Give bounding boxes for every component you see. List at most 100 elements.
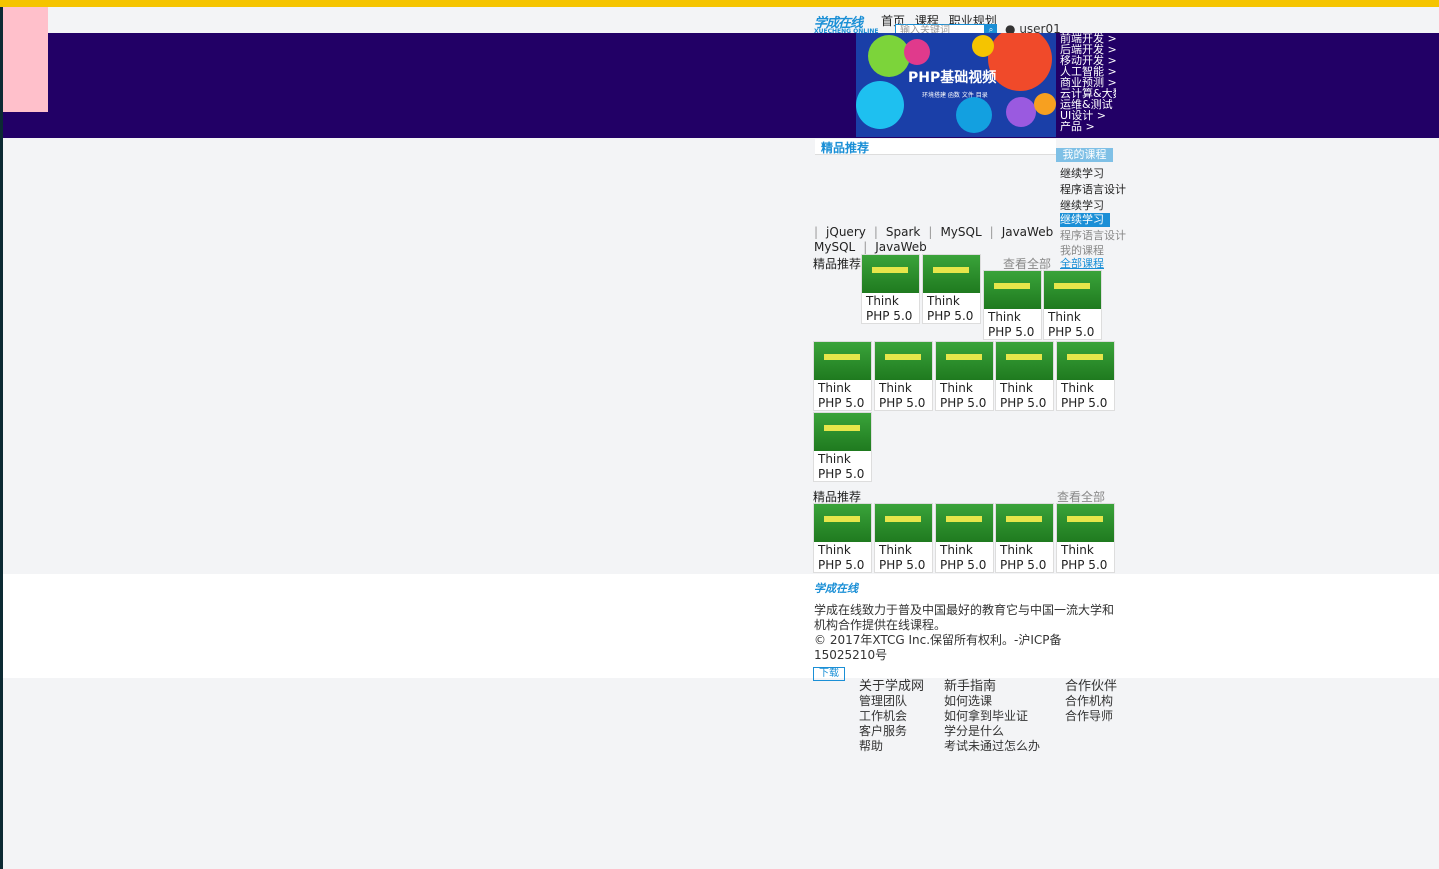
footer-link[interactable]: 客户服务 [859, 724, 924, 739]
footer-background [3, 574, 1439, 678]
course-card[interactable]: Think PHP 5.0 博客系统实战项目演练高级 • 1125人在学习 [1056, 341, 1115, 411]
my-course-header[interactable]: 我的课程 [1056, 148, 1113, 162]
tag[interactable]: jQuery [826, 225, 866, 239]
footer-link[interactable]: 帮助 [859, 739, 924, 754]
footer-column-guide: 新手指南 如何选课 如何拿到毕业证 学分是什么 考试未通过怎么办 [944, 679, 1040, 754]
course-title: Think PHP 5.0 博客系统实战项目演练 [927, 294, 974, 323]
course-card[interactable]: Think PHP 5.0 博客系统实战项目演练高级 • 1125人在学习 [983, 270, 1042, 340]
course-card[interactable]: Think PHP 5.0 博客系统实战项目演练高级 • 1125人在学习 [813, 412, 872, 482]
footer-link[interactable]: 管理团队 [859, 694, 924, 709]
footer-copyright: © 2017年XTCG Inc.保留所有权利。-沪ICP备15025210号 [814, 633, 1062, 662]
course-title: Think PHP 5.0 博客系统实战项目演练 [879, 543, 926, 572]
course-card[interactable]: Think PHP 5.0 博客系统实战项目演练高级 • 1125人在学习 [1056, 503, 1115, 573]
download-button[interactable]: 下载 [813, 667, 845, 681]
course-title: Think PHP 5.0 博客系统实战项目演练 [879, 381, 926, 410]
course-card[interactable]: Think PHP 5.0 博客系统实战项目演练高级 • 1125人在学习 [995, 341, 1054, 411]
tag[interactable]: JavaWeb [875, 240, 927, 254]
course-title: Think PHP 5.0 博客系统实战项目演练 [866, 294, 913, 323]
course-title: Think PHP 5.0 博客系统实战项目演练 [1061, 381, 1108, 410]
hero-subtitle: 环境搭建 函数 文件 目录 [922, 92, 988, 99]
footer-intro: 学成在线致力于普及中国最好的教育它与中国一流大学和机构合作提供在线课程。 © 2… [814, 603, 1114, 663]
category-item[interactable]: 产品 > [1060, 121, 1116, 132]
tag-list: | jQuery | Spark | MySQL | JavaWeb MySQL | JavaWe… [814, 225, 1054, 254]
course-thumbnail [814, 413, 871, 451]
course-card[interactable]: Think PHP 5.0 博客系统实战项目演练高级 • 1125人在学习 [1043, 270, 1102, 340]
category-item[interactable]: 后端开发 > [1060, 44, 1116, 55]
course-card[interactable]: Think PHP 5.0 博客系统实战项目演练高级 • 1125人在学习 [861, 254, 920, 324]
footer-logo: 学成在线 [814, 582, 858, 595]
hero-banner-background [3, 33, 1439, 138]
my-course-list: 继续学习 程序语言设计 继续学习 [1060, 166, 1126, 214]
footer-link[interactable]: 合作导师 [1065, 709, 1117, 724]
course-thumbnail [984, 271, 1041, 309]
course-thumbnail [923, 255, 980, 293]
course-thumbnail [996, 342, 1053, 380]
course-thumbnail [1044, 271, 1101, 309]
category-item[interactable]: 移动开发 > [1060, 55, 1116, 66]
tag[interactable]: MySQL [814, 240, 855, 254]
course-card[interactable]: Think PHP 5.0 博客系统实战项目演练高级 • 1125人在学习 [813, 503, 872, 573]
footer-link[interactable]: 如何选课 [944, 694, 1040, 709]
section-title: 精品推荐 [813, 257, 862, 271]
category-item[interactable]: 云计算&大数据 > [1060, 88, 1116, 99]
footer-column-partners: 合作伙伴 合作机构 合作导师 [1065, 679, 1117, 724]
footer-column-title: 合作伙伴 [1065, 679, 1118, 694]
tag[interactable]: JavaWeb [1002, 225, 1054, 239]
course-title: Think PHP 5.0 博客系统实战项目演练 [1000, 543, 1047, 572]
course-title: Think PHP 5.0 博客系统实战项目演练 [940, 381, 987, 410]
footer-link[interactable]: 考试未通过怎么办 [944, 739, 1040, 754]
pink-placeholder-box [3, 7, 48, 112]
course-thumbnail [814, 342, 871, 380]
course-card[interactable]: Think PHP 5.0 博客系统实战项目演练高级 • 1125人在学习 [995, 503, 1054, 573]
category-item[interactable]: 前端开发 > [1060, 33, 1116, 44]
recommend-bar: 精品推荐 [815, 139, 1056, 155]
footer-link[interactable]: 工作机会 [859, 709, 924, 724]
course-thumbnail [1057, 504, 1114, 542]
site-logo[interactable]: 学成在线 XUECHENG ONLINE [814, 12, 878, 35]
tag[interactable]: MySQL [940, 225, 981, 239]
category-item[interactable]: 运维&测试 > [1060, 99, 1116, 110]
left-edge-strip [0, 7, 3, 869]
course-thumbnail [936, 342, 993, 380]
course-title: Think PHP 5.0 博客系统实战项目演练 [988, 310, 1035, 339]
course-thumbnail [862, 255, 919, 293]
tag[interactable]: Spark [886, 225, 920, 239]
course-thumbnail [996, 504, 1053, 542]
footer-column-title: 新手指南 [944, 679, 997, 694]
hero-title: PHP基础视频 [908, 70, 997, 86]
course-title: Think PHP 5.0 博客系统实战项目演练 [1048, 310, 1095, 339]
course-title: Think PHP 5.0 博客系统实战项目演练 [1000, 381, 1047, 410]
course-thumbnail [875, 504, 932, 542]
course-card[interactable]: Think PHP 5.0 博客系统实战项目演练高级 • 1125人在学习 [874, 341, 933, 411]
course-title: Think PHP 5.0 博客系统实战项目演练 [940, 543, 987, 572]
course-title: Think PHP 5.0 博客系统实战项目演练 [818, 381, 865, 410]
course-thumbnail [875, 342, 932, 380]
my-course-item[interactable]: 继续学习 [1060, 166, 1126, 182]
course-card[interactable]: Think PHP 5.0 博客系统实战项目演练高级 • 1125人在学习 [935, 341, 994, 411]
course-card[interactable]: Think PHP 5.0 博客系统实战项目演练高级 • 1125人在学习 [935, 503, 994, 573]
footer-column-about: 关于学成网 管理团队 工作机会 客户服务 帮助 [859, 679, 924, 754]
course-title: Think PHP 5.0 博客系统实战项目演练 [1061, 543, 1108, 572]
footer-column-title: 关于学成网 [859, 679, 925, 694]
course-title: Think PHP 5.0 博客系统实战项目演练 [818, 543, 865, 572]
course-thumbnail [814, 504, 871, 542]
category-menu: 前端开发 > 后端开发 > 移动开发 > 人工智能 > 商业预测 > 云计算&大… [1060, 33, 1116, 132]
category-item[interactable]: 人工智能 > [1060, 66, 1116, 77]
course-thumbnail [936, 504, 993, 542]
category-item[interactable]: UI设计 > [1060, 110, 1116, 121]
hero-carousel-image[interactable]: PHP基础视频 环境搭建 函数 文件 目录 [856, 33, 1056, 137]
footer-link[interactable]: 如何拿到毕业证 [944, 709, 1040, 724]
course-thumbnail [1057, 342, 1114, 380]
top-accent-bar [0, 0, 1439, 7]
category-item[interactable]: 商业预测 > [1060, 77, 1116, 88]
my-course-item[interactable]: 继续学习 [1060, 198, 1126, 214]
course-card[interactable]: Think PHP 5.0 博客系统实战项目演练高级 • 1125人在学习 [813, 341, 872, 411]
footer-link[interactable]: 合作机构 [1065, 694, 1117, 709]
footer-link[interactable]: 学分是什么 [944, 724, 1040, 739]
course-title: Think PHP 5.0 博客系统实战项目演练 [818, 452, 865, 481]
course-card[interactable]: Think PHP 5.0 博客系统实战项目演练高级 • 1125人在学习 [874, 503, 933, 573]
footer-intro-text: 学成在线致力于普及中国最好的教育它与中国一流大学和机构合作提供在线课程。 [814, 603, 1115, 632]
course-card[interactable]: Think PHP 5.0 博客系统实战项目演练高级 • 1125人在学习 [922, 254, 981, 324]
my-course-item[interactable]: 程序语言设计 [1060, 182, 1126, 198]
all-courses-link[interactable]: 全部课程 [1060, 255, 1104, 271]
